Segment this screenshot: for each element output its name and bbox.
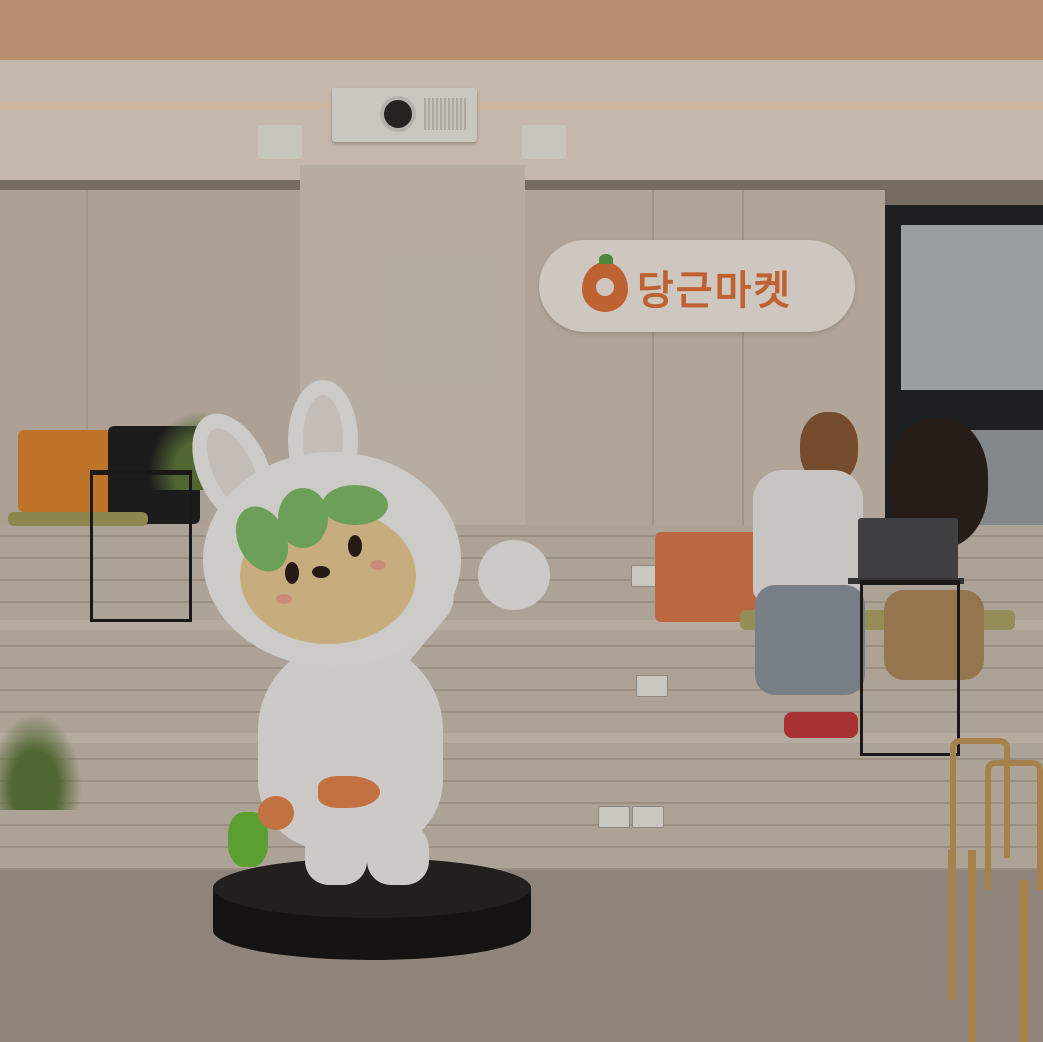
outlet-icon — [632, 806, 664, 828]
projector-icon — [332, 88, 477, 142]
chair-leg — [948, 850, 956, 1000]
carrot-leaf-icon — [599, 254, 613, 264]
cushion-orange — [655, 532, 759, 622]
projector-vent — [424, 98, 468, 130]
mascot-leg — [305, 820, 367, 885]
chair-leg — [1020, 880, 1028, 1042]
projector-lens — [380, 96, 416, 132]
person-shirt — [753, 470, 863, 600]
light-strip — [0, 103, 1043, 109]
laptop-table — [860, 580, 960, 756]
chair-leg — [968, 850, 976, 1042]
wooden-chair — [985, 760, 1043, 890]
mascot-blush — [370, 560, 386, 570]
mascot-hand — [478, 540, 550, 610]
speaker-icon — [258, 125, 302, 159]
outlet-icon — [636, 675, 668, 697]
brand-sign: 당근마켓 — [539, 240, 855, 332]
mascot-leg — [367, 820, 429, 885]
mascot-eye — [285, 562, 299, 584]
outlet-icon — [598, 806, 630, 828]
carrot-icon — [258, 796, 294, 830]
side-table — [90, 470, 192, 622]
mascot-nose — [312, 566, 330, 578]
mascot-blush — [276, 594, 292, 604]
carrot-logo-icon — [582, 262, 628, 312]
person-shoes — [784, 712, 858, 738]
laptop-icon — [858, 518, 958, 580]
ceiling — [0, 0, 1043, 60]
speaker-icon — [522, 125, 566, 159]
ceiling-soffit — [0, 60, 1043, 180]
mascot-leaf — [278, 488, 328, 548]
office-scene: 당근마켓 — [0, 0, 1043, 1042]
brick-tier-lower — [0, 743, 1043, 870]
mascot-eye — [348, 535, 362, 557]
plant — [0, 700, 90, 810]
person-jeans — [755, 585, 865, 695]
carrot-icon — [318, 776, 380, 808]
mascot-leaf — [322, 485, 388, 525]
brand-sign-text: 당근마켓 — [637, 268, 793, 314]
window-pane — [901, 225, 1043, 390]
